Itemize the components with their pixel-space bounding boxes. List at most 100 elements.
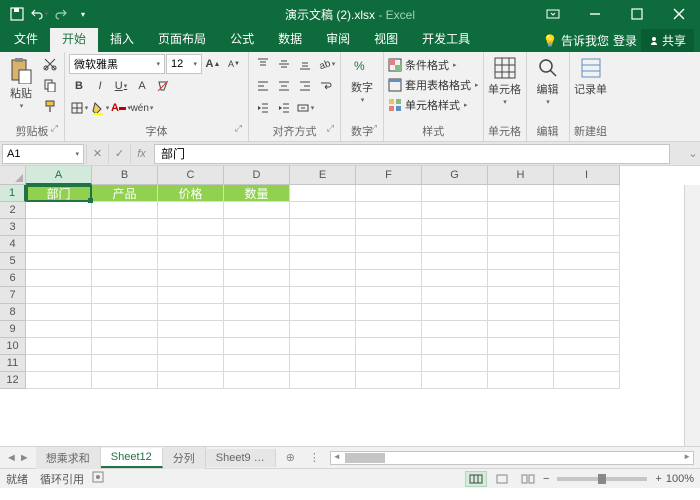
cell[interactable] xyxy=(224,253,290,270)
cell[interactable] xyxy=(290,185,356,202)
column-header[interactable]: F xyxy=(356,166,422,185)
underline-icon[interactable]: U▾ xyxy=(111,76,131,96)
page-layout-view-icon[interactable] xyxy=(491,471,513,487)
cell[interactable] xyxy=(26,202,92,219)
formula-input[interactable]: 部门 xyxy=(154,144,670,164)
align-center-icon[interactable] xyxy=(274,76,294,96)
column-header[interactable]: C xyxy=(158,166,224,185)
cell[interactable] xyxy=(224,321,290,338)
column-header[interactable]: E xyxy=(290,166,356,185)
table-format-button[interactable]: 套用表格格式▸ xyxy=(388,76,479,94)
decrease-font-icon[interactable]: A▼ xyxy=(224,54,244,74)
row-header[interactable]: 11 xyxy=(0,355,26,372)
row-header[interactable]: 10 xyxy=(0,338,26,355)
cell[interactable] xyxy=(224,304,290,321)
cell[interactable] xyxy=(158,270,224,287)
redo-icon[interactable] xyxy=(50,4,72,24)
zoom-slider[interactable] xyxy=(557,477,647,481)
row-header[interactable]: 7 xyxy=(0,287,26,304)
cell[interactable] xyxy=(488,202,554,219)
cell[interactable] xyxy=(92,338,158,355)
cell[interactable] xyxy=(92,321,158,338)
cell[interactable] xyxy=(92,355,158,372)
page-break-view-icon[interactable] xyxy=(517,471,539,487)
cell[interactable] xyxy=(488,253,554,270)
enter-formula-icon[interactable]: ✓ xyxy=(108,144,130,164)
cell[interactable] xyxy=(158,287,224,304)
cell[interactable] xyxy=(554,270,620,287)
cell[interactable] xyxy=(554,304,620,321)
cell[interactable]: 部门 xyxy=(26,185,92,202)
tab-developer[interactable]: 开发工具 xyxy=(410,26,482,52)
cell[interactable] xyxy=(224,236,290,253)
cell[interactable] xyxy=(554,355,620,372)
cell[interactable] xyxy=(422,321,488,338)
zoom-in-icon[interactable]: + xyxy=(655,473,661,485)
tab-data[interactable]: 数据 xyxy=(266,26,314,52)
row-header[interactable]: 3 xyxy=(0,219,26,236)
increase-indent-icon[interactable] xyxy=(274,98,294,118)
font-color-icon[interactable]: A▾ xyxy=(111,98,131,118)
cell[interactable] xyxy=(158,236,224,253)
cell[interactable] xyxy=(158,355,224,372)
cell[interactable] xyxy=(290,321,356,338)
cell[interactable] xyxy=(488,321,554,338)
italic-icon[interactable]: I xyxy=(90,76,110,96)
column-header[interactable]: G xyxy=(422,166,488,185)
cell[interactable] xyxy=(290,270,356,287)
save-icon[interactable] xyxy=(6,4,28,24)
name-box[interactable]: A1▾ xyxy=(2,144,84,164)
row-header[interactable]: 4 xyxy=(0,236,26,253)
cell[interactable] xyxy=(290,202,356,219)
ribbon-options-icon[interactable] xyxy=(532,0,574,28)
cell[interactable] xyxy=(356,236,422,253)
align-bottom-icon[interactable] xyxy=(295,54,315,74)
cell[interactable] xyxy=(488,236,554,253)
cell[interactable] xyxy=(356,355,422,372)
cell[interactable] xyxy=(224,287,290,304)
format-painter-icon[interactable] xyxy=(40,96,60,116)
cell[interactable] xyxy=(488,270,554,287)
cell[interactable] xyxy=(290,236,356,253)
editing-button[interactable]: 编辑▾ xyxy=(531,54,565,106)
cell[interactable]: 数量 xyxy=(224,185,290,202)
cell[interactable] xyxy=(422,287,488,304)
cell[interactable] xyxy=(158,304,224,321)
login-link[interactable]: 登录 xyxy=(613,32,637,49)
cell[interactable] xyxy=(224,270,290,287)
row-header[interactable]: 2 xyxy=(0,202,26,219)
font-size-select[interactable]: 12▾ xyxy=(166,54,202,74)
column-header[interactable]: H xyxy=(488,166,554,185)
cell[interactable] xyxy=(422,338,488,355)
cell[interactable] xyxy=(488,304,554,321)
zoom-out-icon[interactable]: − xyxy=(543,473,549,485)
cancel-formula-icon[interactable]: ✕ xyxy=(86,144,108,164)
cell[interactable] xyxy=(224,219,290,236)
orientation-icon[interactable]: ab▾ xyxy=(316,54,336,74)
sheet-tab[interactable]: 想乘求和 xyxy=(36,447,101,469)
cell[interactable] xyxy=(422,219,488,236)
phonetic-icon[interactable]: A xyxy=(132,76,152,96)
cell[interactable] xyxy=(26,338,92,355)
align-right-icon[interactable] xyxy=(295,76,315,96)
cell[interactable] xyxy=(554,321,620,338)
macro-record-icon[interactable] xyxy=(92,471,104,486)
cell[interactable] xyxy=(26,270,92,287)
cell[interactable] xyxy=(158,253,224,270)
tab-file[interactable]: 文件 xyxy=(2,26,50,52)
align-middle-icon[interactable] xyxy=(274,54,294,74)
cell[interactable] xyxy=(422,372,488,389)
cell[interactable] xyxy=(92,236,158,253)
cell[interactable] xyxy=(224,355,290,372)
cell[interactable] xyxy=(158,219,224,236)
cell[interactable] xyxy=(26,253,92,270)
cell[interactable] xyxy=(92,219,158,236)
records-button[interactable]: 记录单 xyxy=(574,54,608,97)
cell[interactable] xyxy=(488,287,554,304)
cells-button[interactable]: 单元格▾ xyxy=(488,54,522,106)
tab-insert[interactable]: 插入 xyxy=(98,26,146,52)
qat-customize-icon[interactable]: ▾ xyxy=(72,4,94,24)
cell[interactable] xyxy=(290,338,356,355)
cell[interactable] xyxy=(488,355,554,372)
bold-icon[interactable]: B xyxy=(69,76,89,96)
